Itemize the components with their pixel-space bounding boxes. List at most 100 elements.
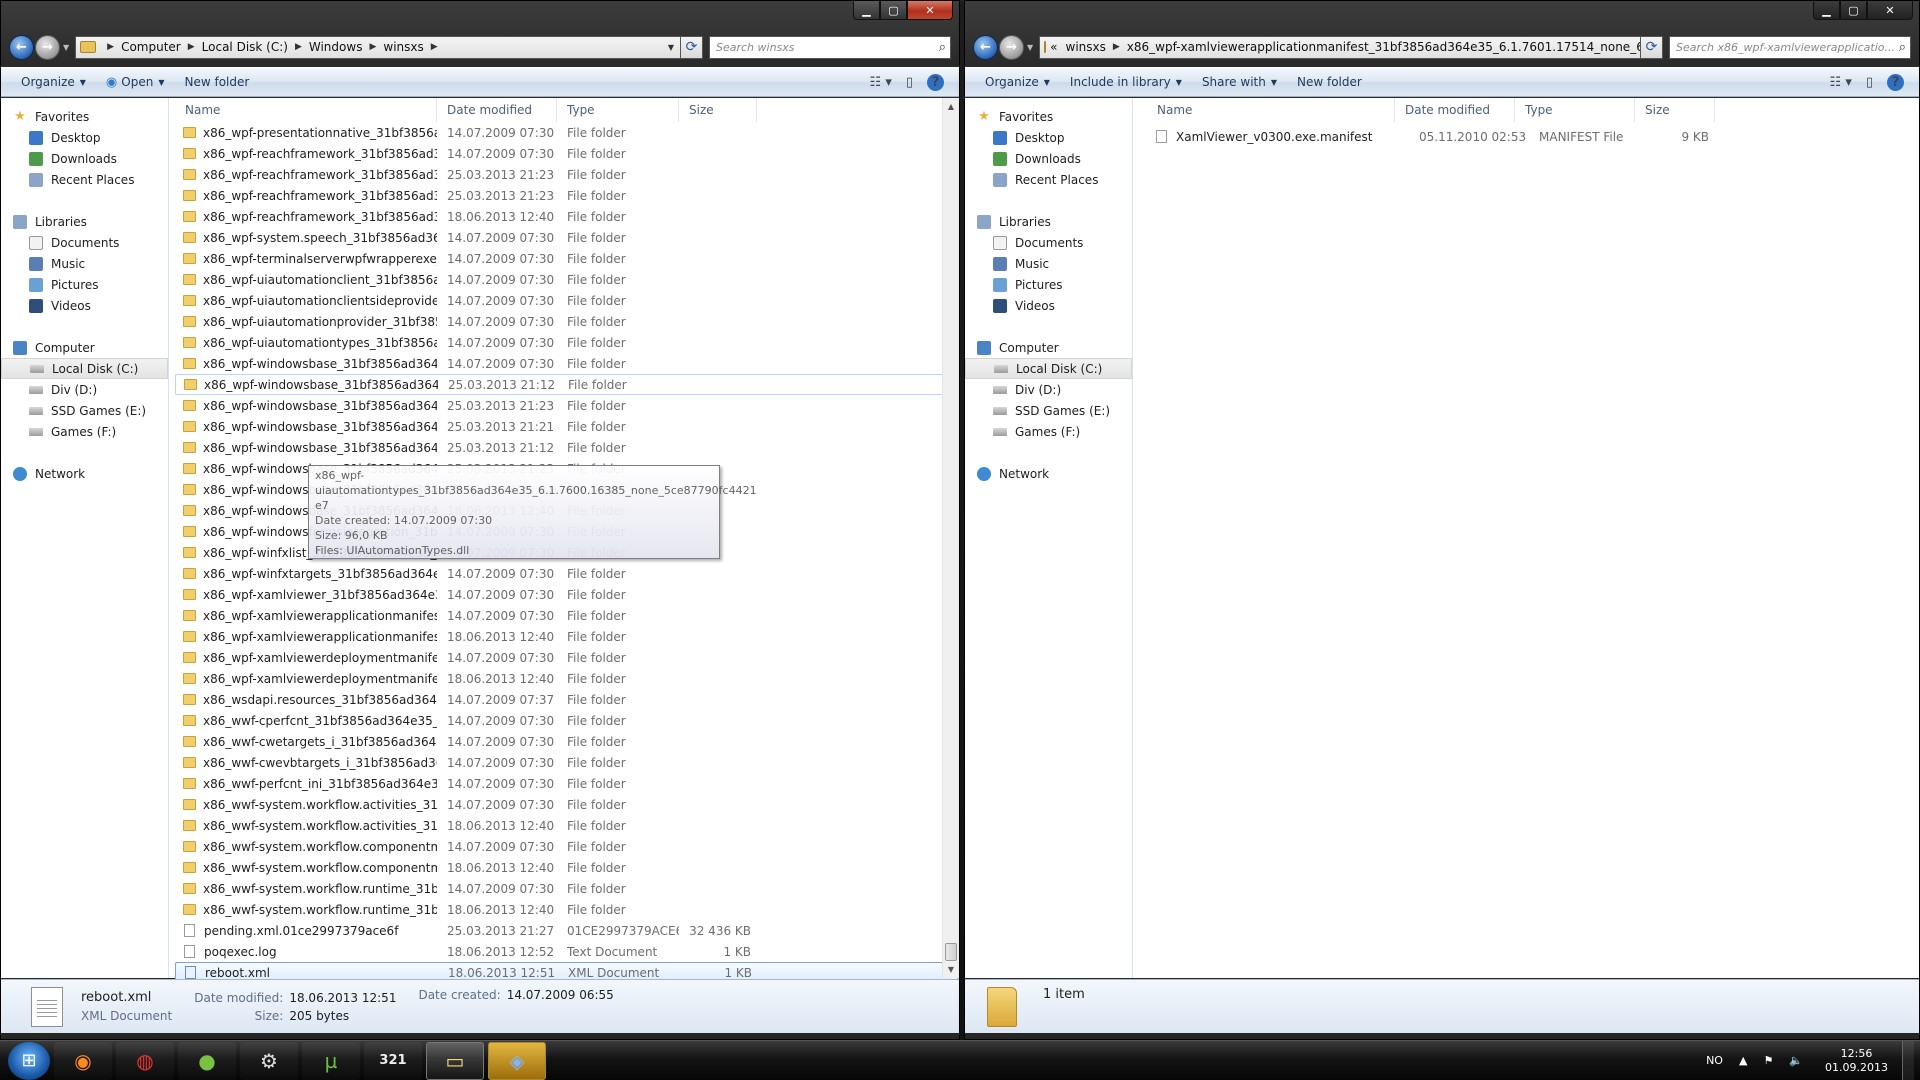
table-row[interactable]: x86_wwf-system.workflow.componentm... 14.…: [175, 836, 959, 857]
minimize-button[interactable]: ▁: [1813, 1, 1840, 20]
nav-ssd-games-e[interactable]: SSD Games (E:): [965, 400, 1132, 421]
table-row[interactable]: x86_wwf-cperfcnt_31bf3856ad364e35_6.1...…: [175, 710, 959, 731]
nav-libraries[interactable]: Libraries: [1, 211, 168, 232]
table-row[interactable]: x86_wpf-windowsbase_31bf3856ad364e3... 25…: [175, 437, 959, 458]
column-header-type[interactable]: Type: [1515, 98, 1635, 122]
nav-music[interactable]: Music: [965, 253, 1132, 274]
taskbar-firefox[interactable]: ◉: [54, 1041, 112, 1080]
nav-downloads[interactable]: Downloads: [1, 148, 168, 169]
breadcrumb-item[interactable]: Windows ▶: [309, 40, 384, 54]
back-button[interactable]: ←: [9, 34, 34, 60]
table-row[interactable]: x86_wpf-system.speech_31bf3856ad364e... 1…: [175, 227, 959, 248]
nav-computer[interactable]: Computer: [965, 337, 1132, 358]
change-view-icon[interactable]: ☷ ▾: [870, 75, 892, 90]
table-row[interactable]: x86_wwf-cwetargets_i_31bf3856ad364e35...…: [175, 731, 959, 752]
new-folder-button[interactable]: New folder: [1287, 68, 1372, 96]
column-header-size[interactable]: Size: [1635, 98, 1715, 122]
table-row[interactable]: x86_wpf-windowsbase_31bf3856ad364e3... 14…: [175, 353, 959, 374]
column-header-name[interactable]: Name: [175, 98, 437, 122]
table-row[interactable]: x86_wpf-windowsbase_31bf3856ad364e3... 25…: [175, 416, 959, 437]
search-input[interactable]: Search winsxs ⌕: [709, 35, 951, 59]
nav-network[interactable]: Network: [1, 463, 168, 484]
nav-recent-places[interactable]: Recent Places: [1, 169, 168, 190]
table-row[interactable]: x86_wpf-reachframework_31bf3856ad364... 1…: [175, 206, 959, 227]
column-header-size[interactable]: Size: [679, 98, 757, 122]
table-row[interactable]: x86_wpf-xamlviewerapplicationmanifest_..…: [175, 626, 959, 647]
column-header-type[interactable]: Type: [557, 98, 679, 122]
scroll-down-icon[interactable]: ▼: [943, 961, 959, 978]
help-icon[interactable]: ?: [927, 73, 944, 91]
table-row[interactable]: x86_wpf-reachframework_31bf3856ad364... 2…: [175, 164, 959, 185]
table-row[interactable]: x86_wwf-system.workflow.componentm... 18.…: [175, 857, 959, 878]
nav-libraries[interactable]: Libraries: [965, 211, 1132, 232]
minimize-button[interactable]: ▁: [853, 1, 880, 20]
table-row[interactable]: x86_wpf-xamlviewerapplicationmanifest_..…: [175, 605, 959, 626]
forward-button[interactable]: →: [999, 34, 1024, 60]
recent-pages-dropdown-icon[interactable]: ▼: [1027, 43, 1033, 52]
nav-favorites[interactable]: ★ Favorites: [1, 106, 168, 127]
nav-games-f[interactable]: Games (F:): [1, 421, 168, 442]
table-row[interactable]: x86_wwf-system.workflow.runtime_31bf3...…: [175, 878, 959, 899]
table-row[interactable]: x86_wpf-winfxtargets_31bf3856ad364e35_..…: [175, 563, 959, 584]
nav-recent-places[interactable]: Recent Places: [965, 169, 1132, 190]
nav-documents[interactable]: Documents: [965, 232, 1132, 253]
breadcrumb-chevron-icon[interactable]: ▶: [107, 42, 114, 52]
table-row[interactable]: x86_wwf-system.workflow.activities_31bf.…: [175, 815, 959, 836]
forward-button[interactable]: →: [35, 34, 60, 60]
volume-icon[interactable]: 🔈: [1789, 1054, 1803, 1067]
column-header-date[interactable]: Date modified: [1395, 98, 1515, 122]
taskbar-calendar[interactable]: 321: [364, 1041, 422, 1080]
scrollbar-thumb[interactable]: [945, 943, 957, 961]
back-button[interactable]: ←: [973, 34, 998, 60]
table-row[interactable]: x86_wpf-uiautomationclient_31bf3856ad...…: [175, 269, 959, 290]
table-row[interactable]: x86_wpf-reachframework_31bf3856ad364... 2…: [175, 185, 959, 206]
organize-menu[interactable]: Organize ▼: [11, 68, 96, 96]
address-bar[interactable]: ▶ Computer ▶ Local Disk (C:) ▶ Windows ▶ wi…: [75, 35, 681, 59]
show-hidden-icons-icon[interactable]: ▲: [1739, 1054, 1747, 1067]
table-row[interactable]: x86_wpf-uiautomationtypes_31bf3856ad... 1…: [175, 332, 959, 353]
include-in-library-menu[interactable]: Include in library ▼: [1060, 68, 1192, 96]
column-header-name[interactable]: Name: [1133, 98, 1395, 122]
scroll-up-icon[interactable]: ▲: [943, 98, 959, 115]
recent-pages-dropdown-icon[interactable]: ▼: [63, 43, 69, 52]
share-with-menu[interactable]: Share with ▼: [1192, 68, 1287, 96]
nav-pictures[interactable]: Pictures: [1, 274, 168, 295]
table-row[interactable]: x86_wwf-perfcnt_ini_31bf3856ad364e35_6..…: [175, 773, 959, 794]
table-row[interactable]: x86_wwf-system.workflow.activities_31bf.…: [175, 794, 959, 815]
show-desktop-button[interactable]: [1902, 1040, 1914, 1080]
taskbar-visual-studio[interactable]: ◈: [488, 1041, 546, 1080]
vertical-scrollbar[interactable]: ▲ ▼: [942, 98, 959, 978]
nav-favorites[interactable]: ★ Favorites: [965, 106, 1132, 127]
open-button[interactable]: ◉ Open ▼: [96, 68, 175, 96]
breadcrumb-item[interactable]: Local Disk (C:) ▶: [202, 40, 309, 54]
breadcrumb-overflow[interactable]: «: [1050, 40, 1057, 54]
nav-desktop[interactable]: Desktop: [965, 127, 1132, 148]
nav-pictures[interactable]: Pictures: [965, 274, 1132, 295]
preview-pane-icon[interactable]: ▯: [906, 75, 913, 90]
table-row[interactable]: poqexec.log 18.06.2013 12:52 Text Document…: [175, 941, 959, 962]
table-row[interactable]: x86_wpf-windowsbase_31bf3856ad364e3... 25…: [175, 374, 959, 395]
action-center-flag-icon[interactable]: ⚑: [1763, 1054, 1773, 1067]
nav-network[interactable]: Network: [965, 463, 1132, 484]
table-row[interactable]: x86_wpf-terminalserverwpfwrapperexe_3...…: [175, 248, 959, 269]
close-button[interactable]: ✕: [1867, 1, 1913, 20]
new-folder-button[interactable]: New folder: [174, 68, 259, 96]
taskbar-steam[interactable]: ⚙: [240, 1041, 298, 1080]
nav-div-d[interactable]: Div (D:): [965, 379, 1132, 400]
table-row[interactable]: x86_wpf-xamlviewerdeploymentmanifest... 1…: [175, 668, 959, 689]
breadcrumb-item[interactable]: winsxs ▶: [1066, 40, 1127, 54]
nav-computer[interactable]: Computer: [1, 337, 168, 358]
language-indicator[interactable]: NO: [1706, 1054, 1723, 1067]
table-row[interactable]: x86_wpf-xamlviewer_31bf3856ad364e35_... 1…: [175, 584, 959, 605]
taskbar-explorer[interactable]: ▭: [426, 1041, 484, 1080]
nav-videos[interactable]: Videos: [1, 295, 168, 316]
breadcrumb-item[interactable]: Computer ▶: [121, 40, 202, 54]
preview-pane-icon[interactable]: ▯: [1866, 75, 1873, 90]
table-row[interactable]: x86_wsdapi.resources_31bf3856ad364e35...…: [175, 689, 959, 710]
table-row[interactable]: pending.xml.01ce2997379ace6f 25.03.2013 2…: [175, 920, 959, 941]
taskbar-spotify[interactable]: ●: [178, 1041, 236, 1080]
nav-documents[interactable]: Documents: [1, 232, 168, 253]
address-dropdown-icon[interactable]: ▼: [662, 43, 680, 52]
table-row[interactable]: x86_wpf-uiautomationclientsideprovider..…: [175, 290, 959, 311]
refresh-button[interactable]: ⟳: [681, 35, 703, 59]
